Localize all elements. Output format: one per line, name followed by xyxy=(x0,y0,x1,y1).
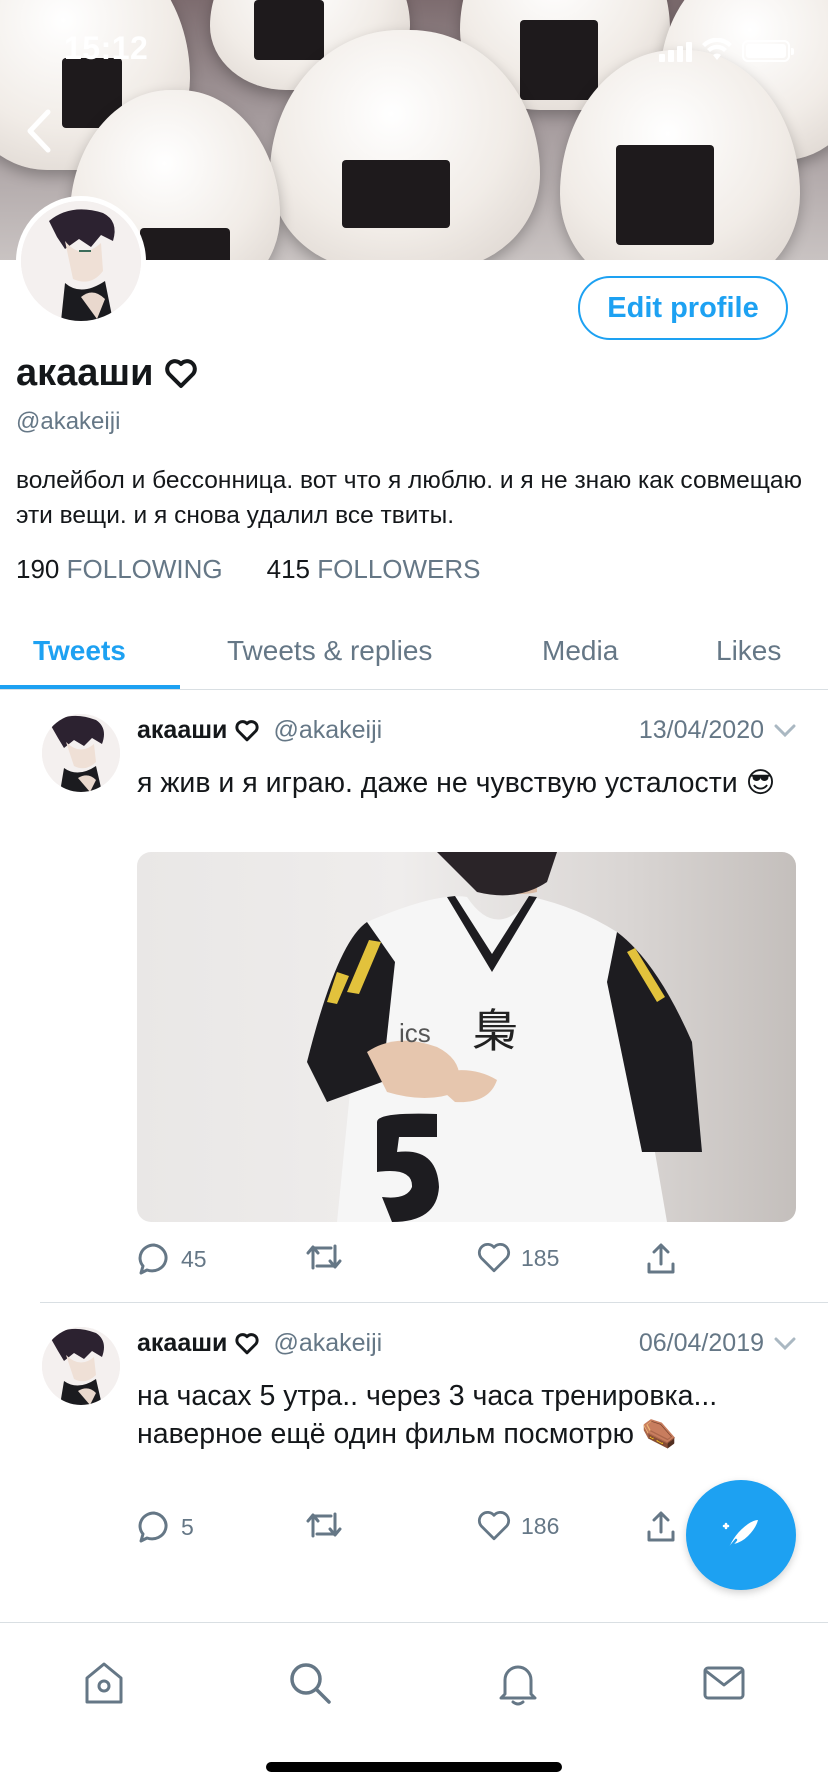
follow-counts: 190 FOLLOWING 415 FOLLOWERS xyxy=(16,554,481,585)
like-count: 186 xyxy=(521,1512,560,1539)
profile-tabs: Tweets Tweets & replies Media Likes xyxy=(0,612,828,690)
tab-media[interactable]: Media xyxy=(542,612,618,690)
followers-label: FOLLOWERS xyxy=(317,554,481,584)
tab-tweets-replies[interactable]: Tweets & replies xyxy=(227,612,432,690)
tweet-date: 13/04/2020 xyxy=(638,716,764,744)
chevron-down-icon[interactable] xyxy=(774,724,796,738)
tweet-actions: 5 186 xyxy=(137,1510,697,1550)
following-count-link[interactable]: 190 FOLLOWING xyxy=(16,554,223,585)
tweet-date-area: 06/04/2019 xyxy=(639,1329,796,1358)
mail-icon xyxy=(703,1666,745,1700)
avatar-image xyxy=(21,201,141,321)
bell-icon xyxy=(499,1665,537,1706)
tweet-actions: 45 185 xyxy=(137,1242,697,1282)
like-button[interactable]: 185 xyxy=(477,1242,559,1274)
tab-likes[interactable]: Likes xyxy=(716,612,781,690)
following-label: FOLLOWING xyxy=(66,554,223,584)
profile-bio: волейбол и бессонница. вот что я люблю. … xyxy=(16,467,802,529)
profile-display-name: акааши xyxy=(16,352,198,395)
tweet-avatar[interactable] xyxy=(42,1327,120,1405)
search-icon xyxy=(290,1663,331,1704)
profile-handle: @akakeiji xyxy=(16,408,121,435)
tweet-text: я жив и я играю. даже не чувствую устало… xyxy=(137,767,776,799)
tweet[interactable]: акааши @akakeiji 13/04/2020 я жив и я иг… xyxy=(0,690,828,1302)
nav-search[interactable] xyxy=(280,1653,340,1713)
heart-icon xyxy=(165,358,198,388)
share-icon xyxy=(647,1243,675,1274)
back-button[interactable] xyxy=(18,104,62,158)
tab-tweets[interactable]: Tweets xyxy=(33,612,126,690)
jersey-kanji: 梟 xyxy=(472,1004,518,1058)
active-tab-indicator xyxy=(0,685,180,689)
heart-icon xyxy=(478,1511,510,1541)
heart-icon xyxy=(235,1332,260,1354)
chevron-left-icon xyxy=(27,109,51,153)
wifi-icon xyxy=(702,38,732,60)
profile-avatar[interactable] xyxy=(16,196,146,326)
tweet-avatar[interactable] xyxy=(42,714,120,792)
nav-notifications[interactable] xyxy=(488,1653,548,1713)
nori-decor xyxy=(140,228,230,260)
tweet-header: акааши @akakeiji xyxy=(137,716,382,745)
compose-tweet-button[interactable] xyxy=(686,1480,796,1590)
status-bar: 15:12 xyxy=(0,0,828,98)
chevron-down-icon[interactable] xyxy=(774,1337,796,1351)
home-indicator[interactable] xyxy=(266,1762,562,1772)
nav-messages[interactable] xyxy=(694,1653,754,1713)
status-icons xyxy=(659,38,794,62)
display-name-text: акааши xyxy=(16,352,154,394)
nav-home[interactable] xyxy=(74,1653,134,1713)
followers-count-link[interactable]: 415 FOLLOWERS xyxy=(267,554,481,585)
retweet-icon xyxy=(306,1512,342,1538)
retweet-button[interactable] xyxy=(305,1242,353,1272)
retweet-button[interactable] xyxy=(305,1510,353,1540)
tweet-author-handle: @akakeiji xyxy=(273,1329,383,1357)
jersey-text: ics xyxy=(399,1018,431,1048)
following-count: 190 xyxy=(16,554,60,584)
tweet-author-handle: @akakeiji xyxy=(273,716,383,744)
followers-count: 415 xyxy=(266,554,311,584)
reply-icon xyxy=(138,1511,168,1543)
nori-decor xyxy=(342,160,450,228)
edit-profile-button[interactable]: Edit profile xyxy=(578,276,788,340)
share-button[interactable] xyxy=(645,1510,677,1544)
tweet-date-area: 13/04/2020 xyxy=(639,716,796,745)
tweet-media-image[interactable]: ics 梟 xyxy=(137,852,796,1222)
home-icon xyxy=(85,1662,123,1704)
battery-icon xyxy=(742,40,794,62)
reply-count: 45 xyxy=(181,1245,207,1272)
retweet-icon xyxy=(306,1244,342,1270)
like-button[interactable]: 186 xyxy=(477,1510,559,1542)
status-time: 15:12 xyxy=(64,30,149,66)
heart-icon xyxy=(235,719,260,741)
compose-tweet-icon xyxy=(722,1520,758,1554)
tweet-header: акааши @akakeiji xyxy=(137,1329,382,1358)
reply-count: 5 xyxy=(181,1513,194,1540)
tweet-author-name: акааши xyxy=(137,1329,228,1357)
reply-icon xyxy=(138,1243,168,1275)
reply-button[interactable]: 5 xyxy=(137,1510,194,1544)
signal-icon xyxy=(659,42,692,62)
share-icon xyxy=(647,1511,675,1542)
tweet-date: 06/04/2019 xyxy=(638,1329,764,1357)
like-count: 185 xyxy=(521,1244,560,1271)
reply-button[interactable]: 45 xyxy=(137,1242,207,1276)
tweet-text: на часах 5 утра.. через 3 часа тренировк… xyxy=(137,1380,718,1450)
tweet-author-name: акааши xyxy=(137,716,228,744)
heart-icon xyxy=(478,1243,510,1273)
share-button[interactable] xyxy=(645,1242,677,1276)
nori-decor xyxy=(616,145,714,245)
